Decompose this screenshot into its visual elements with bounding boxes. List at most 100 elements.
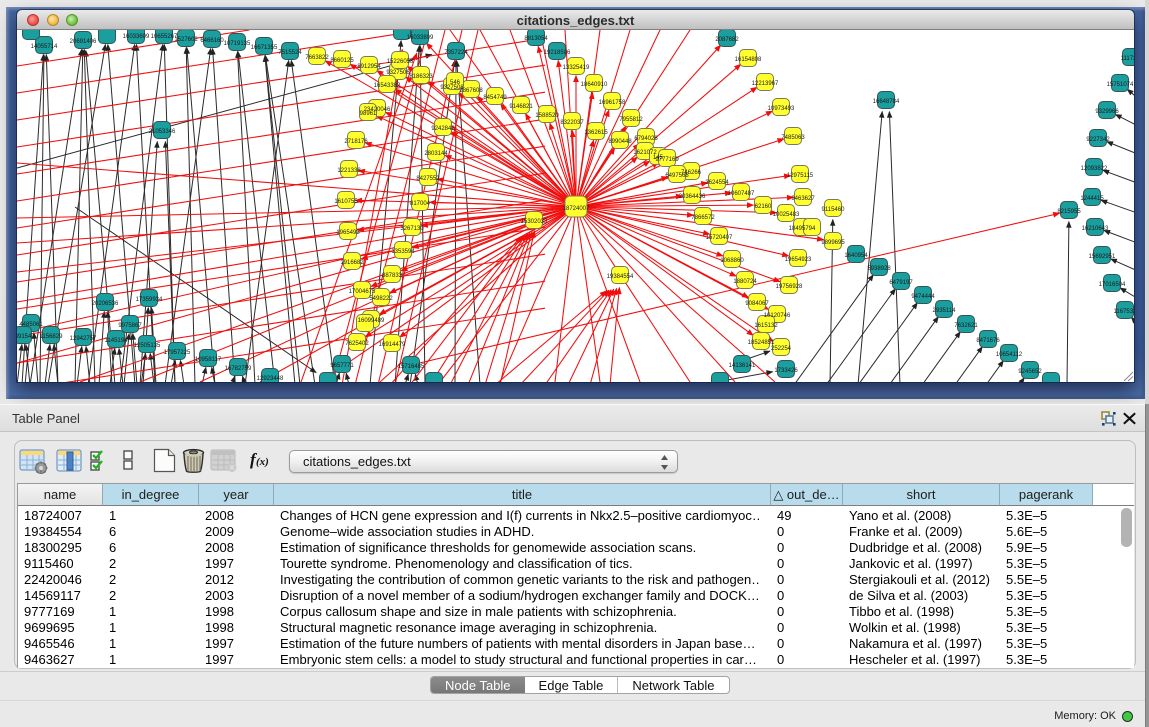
svg-text:9146821: 9146821 xyxy=(509,104,533,110)
svg-text:12975115: 12975115 xyxy=(787,173,814,179)
svg-text:16914479: 16914479 xyxy=(379,342,406,348)
svg-text:1640954: 1640954 xyxy=(844,253,868,259)
svg-text:1527602: 1527602 xyxy=(174,37,198,43)
svg-text:1965493: 1965493 xyxy=(336,230,360,236)
svg-text:14055714: 14055714 xyxy=(31,44,58,50)
svg-text:1610755: 1610755 xyxy=(334,199,358,205)
svg-text:8813054: 8813054 xyxy=(524,36,548,42)
svg-text:1733426: 1733426 xyxy=(774,368,798,374)
svg-text:6479197: 6479197 xyxy=(889,280,913,286)
svg-text:16671355: 16671355 xyxy=(251,45,278,51)
svg-text:15720407: 15720407 xyxy=(706,235,733,241)
svg-text:7866572: 7866572 xyxy=(691,215,715,221)
svg-text:8427552: 8427552 xyxy=(416,176,440,182)
svg-text:1615132: 1615132 xyxy=(754,323,778,329)
svg-text:13325419: 13325419 xyxy=(563,65,590,71)
svg-text:1221338: 1221338 xyxy=(337,168,361,174)
svg-text:39154: 39154 xyxy=(17,334,32,340)
svg-text:9329966: 9329966 xyxy=(1095,109,1119,115)
svg-text:6497568: 6497568 xyxy=(665,173,689,179)
svg-text:(x): (x) xyxy=(256,456,269,468)
svg-text:18495794: 18495794 xyxy=(789,226,816,232)
svg-text:1068860: 1068860 xyxy=(720,258,744,264)
svg-text:16782759: 16782759 xyxy=(225,366,252,372)
svg-text:7485063: 7485063 xyxy=(781,135,805,141)
svg-text:9474444: 9474444 xyxy=(911,294,935,300)
svg-text:16033609: 16033609 xyxy=(123,34,150,40)
svg-text:1244415: 1244415 xyxy=(1080,196,1104,202)
svg-text:8912954: 8912954 xyxy=(357,64,381,70)
svg-text:62160: 62160 xyxy=(755,204,772,210)
svg-text:3267130: 3267130 xyxy=(400,226,424,232)
svg-text:1588520: 1588520 xyxy=(535,113,559,119)
svg-text:1156829: 1156829 xyxy=(40,334,64,340)
svg-text:8990448: 8990448 xyxy=(608,139,632,145)
svg-text:8215955: 8215955 xyxy=(1057,209,1081,215)
svg-text:7955812: 7955812 xyxy=(619,117,643,123)
svg-text:9227342: 9227342 xyxy=(1086,137,1110,143)
svg-text:15751074: 15751074 xyxy=(1107,82,1134,88)
svg-text:10607487: 10607487 xyxy=(728,191,755,197)
svg-text:15692951: 15692951 xyxy=(1089,254,1116,260)
svg-text:7632621: 7632621 xyxy=(954,323,978,329)
svg-text:1362615: 1362615 xyxy=(584,130,608,136)
svg-text:16154808: 16154808 xyxy=(735,57,762,63)
svg-text:20691406: 20691406 xyxy=(70,39,97,45)
svg-text:5498222: 5498222 xyxy=(369,296,393,302)
svg-text:9463627: 9463627 xyxy=(791,196,815,202)
svg-text:10973493: 10973493 xyxy=(768,106,795,112)
svg-text:10719135: 10719135 xyxy=(224,41,251,47)
svg-text:19384554: 19384554 xyxy=(607,274,634,280)
svg-text:18724007: 18724007 xyxy=(563,206,590,212)
svg-text:19756928: 19756928 xyxy=(776,284,803,290)
svg-text:8454749: 8454749 xyxy=(483,95,507,101)
svg-text:9777169: 9777169 xyxy=(655,157,679,163)
svg-text:20206536: 20206536 xyxy=(92,301,119,307)
svg-text:252254: 252254 xyxy=(771,346,792,352)
svg-text:1880724: 1880724 xyxy=(733,279,757,285)
svg-text:14136141: 14136141 xyxy=(729,363,756,369)
svg-text:12942757: 12942757 xyxy=(70,336,97,342)
svg-text:8186323: 8186323 xyxy=(409,74,433,80)
svg-text:16543382: 16543382 xyxy=(374,83,401,89)
svg-text:8660125: 8660125 xyxy=(330,58,354,64)
svg-text:2935114: 2935114 xyxy=(933,308,957,314)
svg-text:6466160: 6466160 xyxy=(200,38,224,44)
svg-text:12093822: 12093822 xyxy=(1081,166,1108,172)
svg-text:8471676: 8471676 xyxy=(976,338,1000,344)
svg-text:20364436: 20364436 xyxy=(679,194,706,200)
svg-text:6794028: 6794028 xyxy=(634,136,658,142)
svg-text:2803144: 2803144 xyxy=(424,151,448,157)
svg-text:17957225: 17957225 xyxy=(164,350,191,356)
svg-text:16648784: 16648784 xyxy=(873,99,900,105)
svg-text:546: 546 xyxy=(450,80,461,86)
svg-text:17016504: 17016504 xyxy=(1099,282,1126,288)
svg-text:5938928: 5938928 xyxy=(867,266,891,272)
svg-text:2718176: 2718176 xyxy=(344,139,368,145)
svg-text:12213967: 12213967 xyxy=(752,81,779,87)
svg-text:17004675: 17004675 xyxy=(349,289,376,295)
svg-text:887833: 887833 xyxy=(382,273,403,279)
svg-text:9115460: 9115460 xyxy=(822,207,846,213)
svg-text:1353594: 1353594 xyxy=(391,249,415,255)
svg-text:11172...: 11172... xyxy=(1121,56,1134,62)
svg-text:1916682: 1916682 xyxy=(340,260,364,266)
svg-text:9245652: 9245652 xyxy=(1018,369,1042,375)
svg-text:9975867: 9975867 xyxy=(118,323,142,329)
svg-text:98961: 98961 xyxy=(360,111,377,117)
svg-text:16961758: 16961758 xyxy=(599,100,626,106)
svg-text:817004: 817004 xyxy=(410,201,431,207)
svg-text:2087682: 2087682 xyxy=(715,37,739,43)
svg-text:19218506: 19218506 xyxy=(544,50,571,56)
svg-text:10025483: 10025483 xyxy=(773,212,800,218)
svg-text:7625402: 7625402 xyxy=(345,341,369,347)
svg-text:10958117: 10958117 xyxy=(195,357,222,363)
svg-text:9242848: 9242848 xyxy=(431,126,455,132)
svg-text:7515524: 7515524 xyxy=(278,50,302,56)
svg-text:4485061: 4485061 xyxy=(19,322,43,328)
svg-text:21053346: 21053346 xyxy=(149,129,176,135)
svg-text:16099489: 16099489 xyxy=(358,318,385,324)
svg-text:17359934: 17359934 xyxy=(136,297,163,303)
svg-text:19654923: 19654923 xyxy=(785,257,812,263)
svg-text:16033809: 16033809 xyxy=(407,35,434,41)
